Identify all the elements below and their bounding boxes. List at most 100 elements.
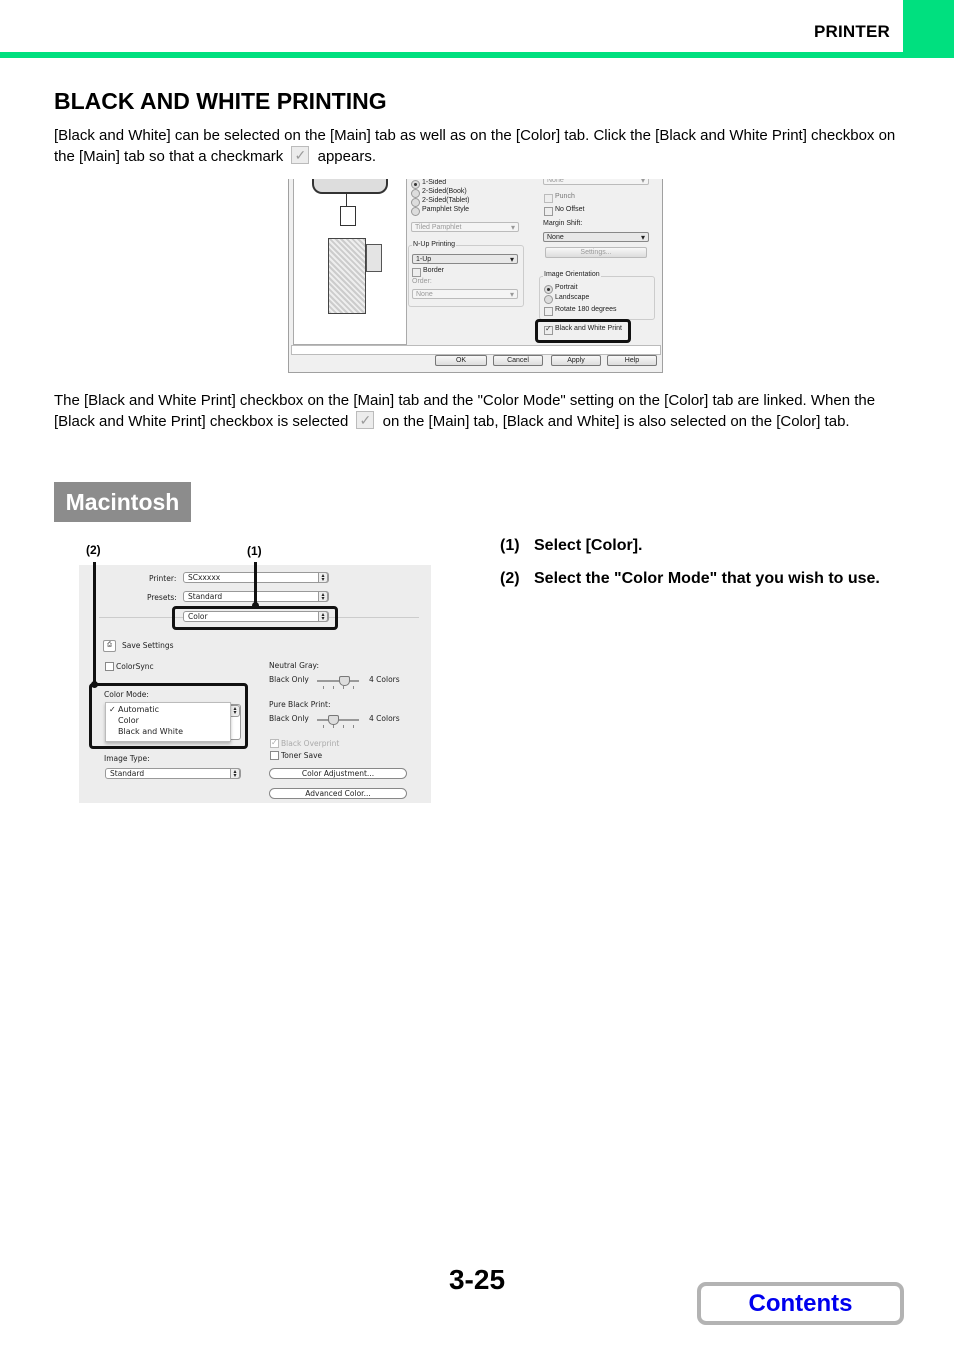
- cancel-button[interactable]: Cancel: [493, 355, 543, 366]
- staple-select[interactable]: None: [543, 179, 649, 186]
- rotate-180-checkbox[interactable]: [544, 307, 553, 316]
- color-mode-menu: ✓ Automatic Color Black and White: [105, 702, 231, 742]
- no-offset-checkbox[interactable]: [544, 207, 553, 216]
- toner-save-label: Toner Save: [281, 751, 323, 760]
- updown-icon: ▴ ▾: [230, 705, 240, 717]
- intro-text-end: appears.: [317, 148, 376, 165]
- settings-button[interactable]: Settings...: [545, 247, 647, 258]
- preview-panel: [293, 179, 407, 345]
- status-strip: [291, 345, 661, 355]
- callout-line-2: [93, 562, 96, 684]
- punch-checkbox[interactable]: [544, 194, 553, 203]
- black-overprint-label: Black Overprint: [281, 739, 340, 748]
- neutral-gray-slider[interactable]: [317, 676, 359, 689]
- checkbox-checked-icon: [291, 145, 310, 166]
- pamphlet-select[interactable]: Tiled Pamphlet: [411, 222, 519, 233]
- order-label: Order:: [412, 278, 432, 285]
- step-number: (1): [500, 537, 520, 554]
- image-type-label: Image Type:: [104, 754, 150, 763]
- color-adjustment-button[interactable]: Color Adjustment...: [269, 768, 407, 779]
- border-checkbox[interactable]: [412, 268, 421, 277]
- panel-popup[interactable]: Color ▴ ▾: [183, 611, 329, 622]
- header-rule: [0, 52, 954, 58]
- presets-value: Standard: [188, 592, 223, 601]
- step-item: (1) Select [Color].: [500, 534, 890, 557]
- neutral-gray-max: 4 Colors: [369, 675, 400, 684]
- pure-black-max: 4 Colors: [369, 714, 400, 723]
- bw-print-label: Black and White Print: [555, 325, 622, 332]
- radio-label: 1-Sided: [422, 179, 447, 186]
- punch-label: Punch: [555, 193, 575, 200]
- radio-portrait[interactable]: [544, 285, 553, 294]
- finisher-icon: [366, 244, 382, 272]
- image-type-popup[interactable]: Standard ▴ ▾: [105, 768, 241, 779]
- menu-item-automatic[interactable]: Automatic: [118, 705, 159, 714]
- radio-label: 2-Sided(Book): [422, 188, 467, 195]
- document-icon: [340, 206, 356, 226]
- slider-ticks: [317, 686, 359, 689]
- ok-button[interactable]: OK: [435, 355, 487, 366]
- pure-black-min: Black Only: [269, 714, 309, 723]
- image-type-value: Standard: [110, 769, 145, 778]
- no-offset-label: No Offset: [555, 206, 585, 213]
- linked-paragraph: The [Black and White Print] checkbox on …: [54, 390, 904, 432]
- windows-driver-screenshot: 1-Sided 2-Sided(Book) 2-Sided(Tablet) Pa…: [288, 179, 663, 373]
- bw-print-checkbox[interactable]: [544, 324, 553, 335]
- callout-dot-1: [252, 602, 259, 609]
- preview-paper-icon: [312, 179, 388, 194]
- pure-black-label: Pure Black Print:: [269, 700, 331, 709]
- help-button[interactable]: Help: [607, 355, 657, 366]
- callout-label-1: (1): [247, 544, 262, 558]
- nup-select[interactable]: 1-Up: [412, 254, 518, 265]
- image-orientation-label: Image Orientation: [543, 271, 601, 278]
- neutral-gray-min: Black Only: [269, 675, 309, 684]
- nup-group-label: N-Up Printing: [412, 241, 457, 248]
- color-mode-label: Color Mode:: [104, 690, 149, 699]
- portrait-label: Portrait: [555, 284, 578, 291]
- apply-button[interactable]: Apply: [551, 355, 601, 366]
- margin-shift-select[interactable]: None: [543, 232, 649, 243]
- step-text: Select [Color].: [534, 537, 643, 554]
- radio-landscape[interactable]: [544, 295, 553, 304]
- advanced-color-button[interactable]: Advanced Color...: [269, 788, 407, 799]
- intro-paragraph: [Black and White] can be selected on the…: [54, 125, 904, 167]
- margin-shift-label: Margin Shift:: [543, 220, 583, 227]
- callout-line-1: [254, 562, 257, 604]
- preview-connector: [346, 192, 347, 206]
- updown-icon: ▴ ▾: [318, 591, 328, 602]
- contents-button[interactable]: Contents: [697, 1282, 904, 1325]
- colorsync-label: ColorSync: [116, 662, 154, 671]
- slider-thumb[interactable]: [328, 715, 339, 725]
- neutral-gray-label: Neutral Gray:: [269, 661, 319, 670]
- updown-icon: ▴ ▾: [318, 611, 328, 622]
- intro-text: [Black and White] can be selected on the…: [54, 127, 896, 165]
- step-number: (2): [500, 570, 520, 587]
- slider-thumb[interactable]: [339, 676, 350, 686]
- rotate-180-label: Rotate 180 degrees: [555, 306, 617, 313]
- black-overprint-checkbox[interactable]: ✓: [270, 739, 279, 748]
- radio-label: Pamphlet Style: [422, 206, 470, 213]
- radio-2-sided-book[interactable]: [411, 189, 420, 198]
- colorsync-checkbox[interactable]: [105, 662, 114, 671]
- step-text: Select the "Color Mode" that you wish to…: [534, 570, 880, 587]
- order-select[interactable]: None: [412, 289, 518, 300]
- radio-2-sided-tablet[interactable]: [411, 198, 420, 207]
- landscape-label: Landscape: [555, 294, 590, 301]
- radio-1-sided[interactable]: [411, 180, 420, 189]
- pure-black-slider[interactable]: [317, 715, 359, 728]
- printer-machine-icon: [328, 238, 366, 314]
- header-tab-marker: [903, 0, 954, 58]
- border-label: Border: [423, 267, 445, 274]
- toner-save-checkbox[interactable]: [270, 751, 279, 760]
- section-label: PRINTER: [813, 22, 890, 41]
- save-settings-label: Save Settings: [122, 641, 174, 650]
- save-settings-icon[interactable]: ⎙: [103, 640, 116, 652]
- radio-label: 2-Sided(Tablet): [422, 197, 470, 204]
- printer-value: SCxxxxx: [188, 573, 221, 582]
- menu-item-color[interactable]: Color: [118, 716, 139, 725]
- updown-icon: ▴ ▾: [318, 572, 328, 583]
- radio-pamphlet-style[interactable]: [411, 207, 420, 216]
- checkmark-icon: ✓: [109, 705, 116, 714]
- step-item: (2) Select the "Color Mode" that you wis…: [500, 567, 890, 590]
- menu-item-black-and-white[interactable]: Black and White: [118, 727, 183, 736]
